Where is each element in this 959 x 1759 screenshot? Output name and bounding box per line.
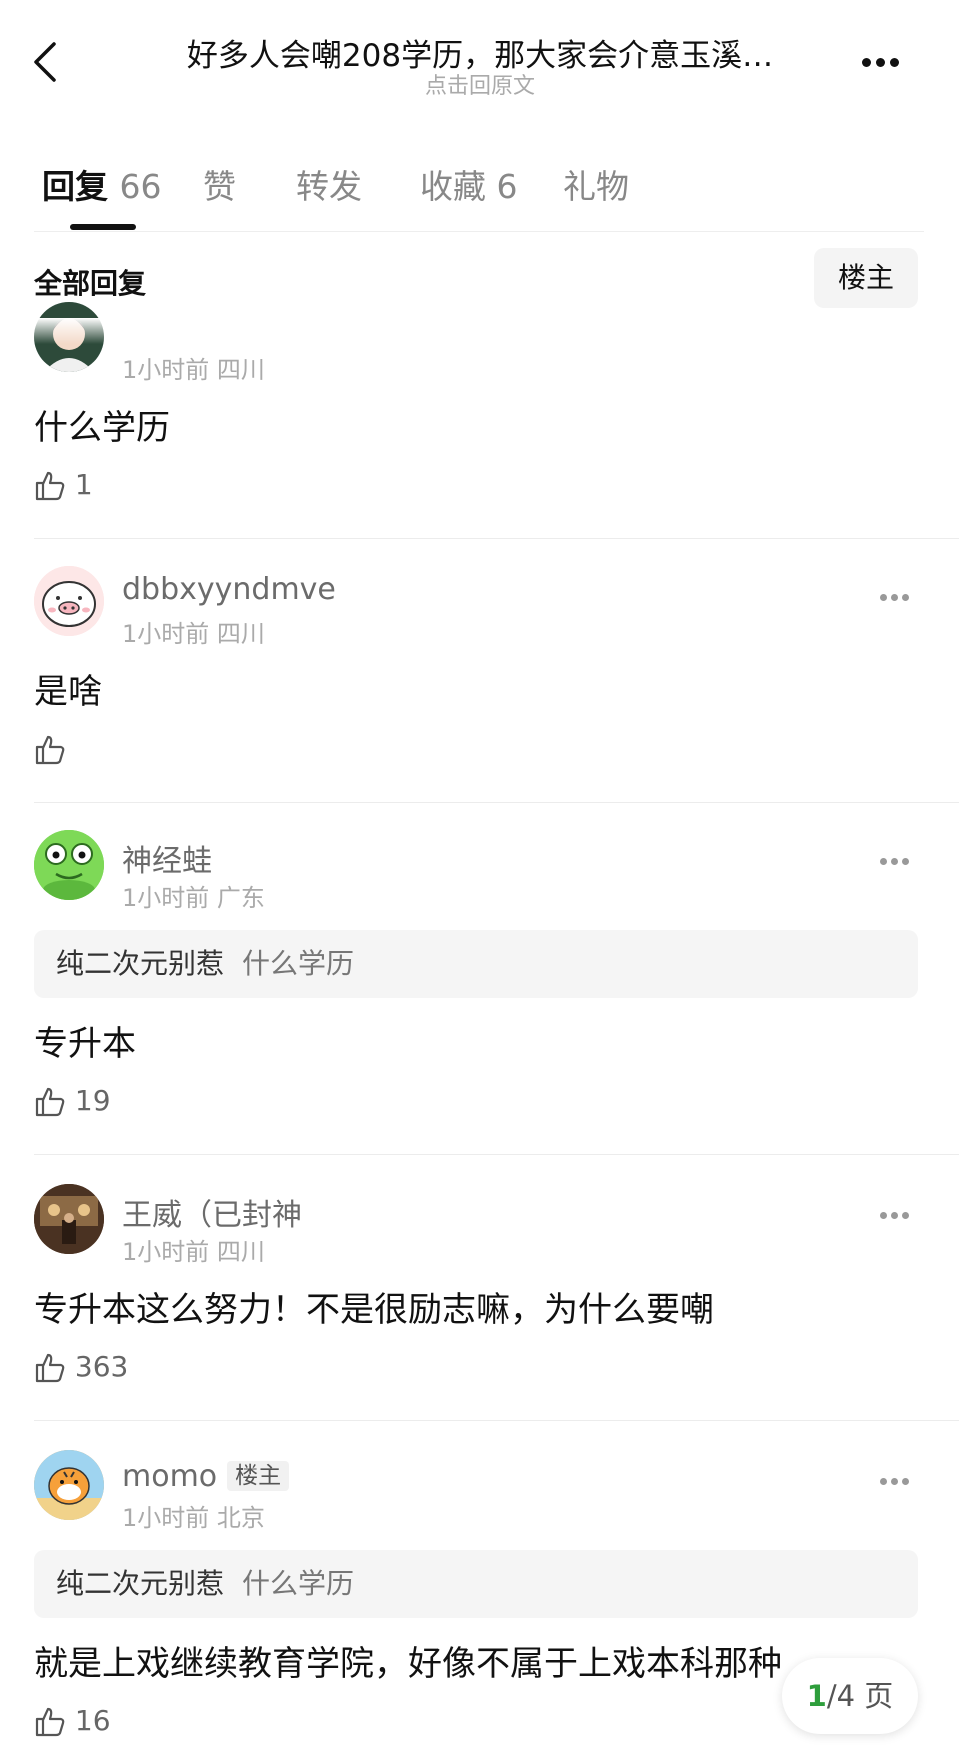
thumbs-up-icon: [35, 471, 65, 501]
comment-text: 什么学历: [34, 408, 170, 448]
tab-reposts[interactable]: 转发: [296, 160, 362, 208]
comment-more-icon[interactable]: [880, 1204, 920, 1219]
pig-avatar-icon: [34, 566, 104, 636]
username[interactable]: dbbxyyndmve: [122, 572, 336, 607]
thumbs-up-icon: [35, 1707, 65, 1737]
comment-more-icon[interactable]: [880, 850, 920, 865]
tiger-avatar-icon: [34, 1450, 104, 1520]
comment-text: 专升本: [34, 1024, 136, 1064]
comment-meta: 1小时前 四川: [122, 356, 265, 384]
username[interactable]: 神经蛙: [122, 836, 212, 880]
tab-likes[interactable]: 赞: [203, 160, 236, 208]
comment-more-icon[interactable]: [880, 586, 920, 601]
thumbs-up-icon: [35, 1087, 65, 1117]
back-to-original-link[interactable]: 点击回原文: [380, 68, 580, 100]
page-indicator[interactable]: 1/4 页: [782, 1658, 918, 1734]
comment-divider: [34, 538, 959, 539]
back-arrow-icon[interactable]: [30, 38, 70, 86]
like-button[interactable]: 16: [34, 1704, 111, 1738]
thumbs-up-icon: [35, 735, 65, 765]
avatar[interactable]: [34, 1184, 104, 1254]
comment-text: 专升本这么努力！不是很励志嘛，为什么要嘲: [34, 1290, 714, 1330]
comment-more-icon[interactable]: [880, 1470, 920, 1485]
quoted-reply[interactable]: 纯二次元别惹 什么学历: [34, 930, 918, 998]
like-button[interactable]: 363: [34, 1350, 128, 1384]
quoted-reply[interactable]: 纯二次元别惹 什么学历: [34, 1550, 918, 1618]
all-replies-label[interactable]: 全部回复: [34, 262, 146, 302]
username[interactable]: momo 楼主: [122, 1456, 290, 1494]
photo-avatar-icon: [34, 1184, 104, 1254]
comment-text: 是啥: [34, 672, 102, 712]
avatar[interactable]: [34, 566, 104, 636]
avatar[interactable]: [34, 830, 104, 900]
tab-gifts[interactable]: 礼物: [563, 160, 629, 208]
like-button[interactable]: 19: [34, 1084, 111, 1118]
avatar[interactable]: [34, 1450, 104, 1520]
comment-divider: [34, 1154, 959, 1155]
comment-meta: 1小时前 广东: [122, 884, 265, 912]
more-options-icon[interactable]: [862, 52, 912, 67]
comment-meta: 1小时前 北京: [122, 1504, 265, 1532]
op-only-filter-button[interactable]: 楼主: [814, 248, 918, 308]
thumbs-up-icon: [35, 1353, 65, 1383]
like-button[interactable]: 1: [34, 468, 93, 502]
frog-avatar-icon: [34, 830, 104, 900]
comment-divider: [34, 1420, 959, 1421]
comment-meta: 1小时前 四川: [122, 620, 265, 648]
tab-favorites[interactable]: 收藏 6: [420, 160, 518, 208]
like-button[interactable]: [34, 732, 66, 766]
tabs-divider: [34, 231, 924, 232]
op-badge: 楼主: [227, 1461, 290, 1491]
comment-meta: 1小时前 四川: [122, 1238, 265, 1266]
scroll-fade: [0, 318, 959, 344]
active-tab-indicator: [70, 224, 136, 230]
tab-replies[interactable]: 回复 66: [42, 160, 162, 208]
comment-text: 就是上戏继续教育学院，好像不属于上戏本科那种: [34, 1644, 782, 1684]
comment-divider: [34, 802, 959, 803]
username[interactable]: 王威（已封神: [122, 1190, 302, 1234]
